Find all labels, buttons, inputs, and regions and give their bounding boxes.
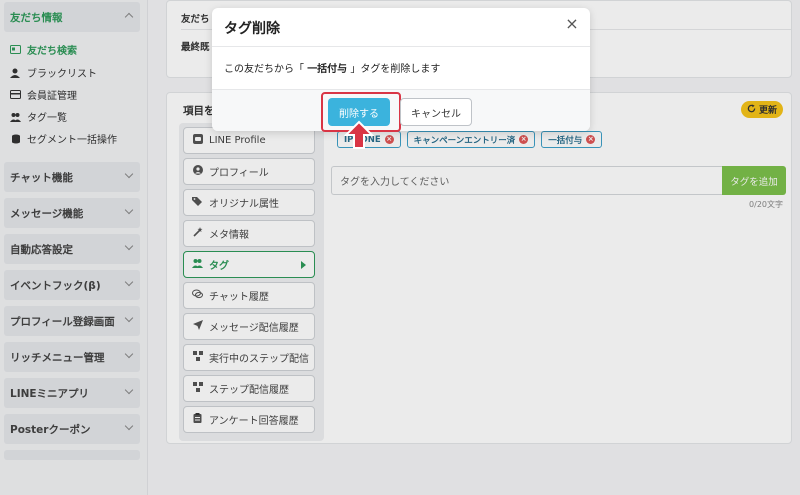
tag-delete-modal: タグ削除 × この友だちから「 一括付与 」タグを削除します 削除する キャンセ… bbox=[212, 8, 590, 132]
arrow-up-icon bbox=[343, 120, 375, 154]
modal-divider bbox=[212, 89, 590, 90]
modal-message-tag: 一括付与 bbox=[307, 64, 348, 75]
modal-message-prefix: この友だちから「 bbox=[224, 64, 308, 75]
close-icon[interactable]: × bbox=[564, 16, 580, 32]
modal-title: タグ削除 bbox=[224, 21, 280, 37]
cancel-button[interactable]: キャンセル bbox=[400, 98, 472, 126]
modal-message: この友だちから「 一括付与 」タグを削除します bbox=[224, 60, 440, 75]
modal-message-suffix: 」タグを削除します bbox=[347, 64, 441, 75]
modal-divider bbox=[212, 46, 590, 47]
